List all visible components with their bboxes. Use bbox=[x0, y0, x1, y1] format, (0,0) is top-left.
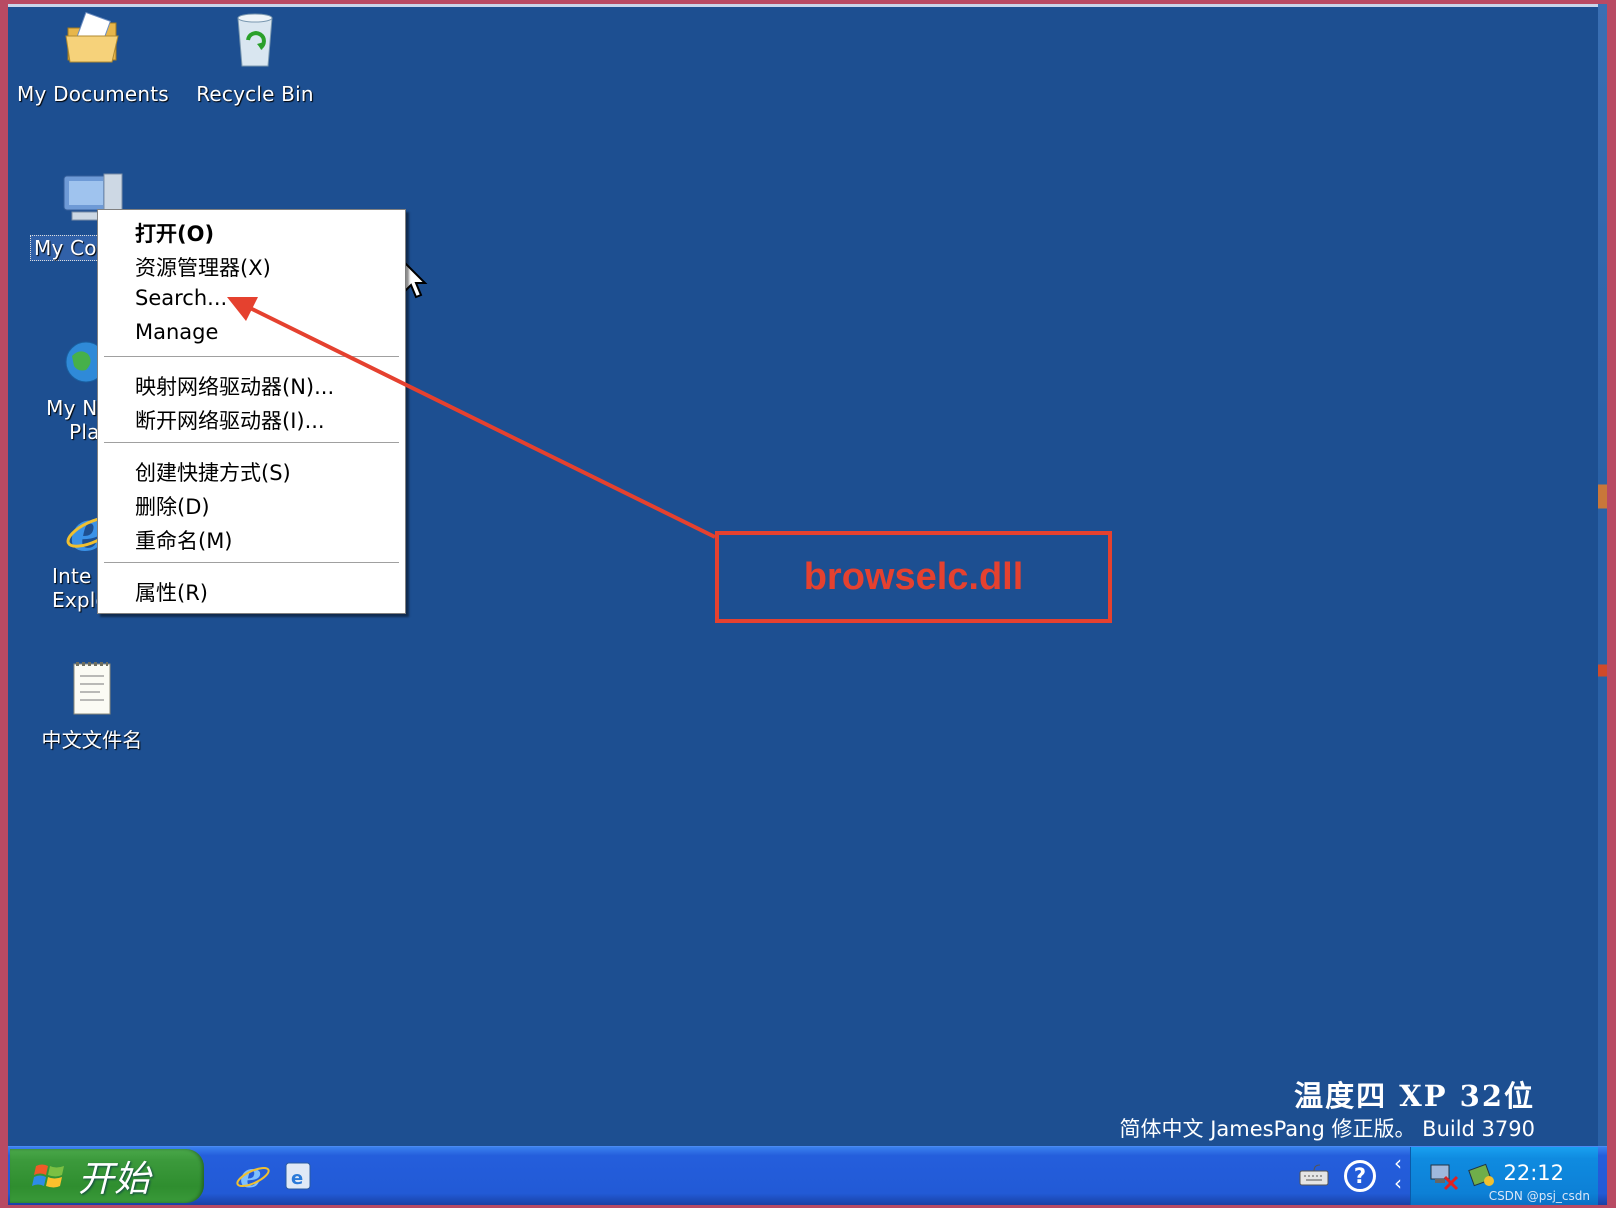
annotation-text: browselc.dll bbox=[803, 555, 1024, 598]
annotation-box: browselc.dll bbox=[715, 531, 1112, 623]
help-icon[interactable]: ? bbox=[1344, 1160, 1376, 1192]
watermark: CSDN @psj_csdn bbox=[1488, 1189, 1590, 1203]
svg-text:e: e bbox=[291, 1168, 303, 1189]
network-disconnected-icon[interactable] bbox=[1429, 1161, 1459, 1191]
os-brand-title: 温度四 XP 32位 bbox=[1294, 1079, 1535, 1113]
quicklaunch-show-desktop-icon[interactable]: e bbox=[282, 1159, 314, 1193]
taskbar: 开始 e e ? ‹ ‹ 22:12 CSDN @psj_csdn bbox=[8, 1146, 1607, 1205]
xp-desktop: My Documents Recycle Bin My Cor My Ne Pl… bbox=[8, 4, 1607, 1205]
start-label: 开始 bbox=[78, 1159, 151, 1200]
tray-app-icon[interactable] bbox=[1467, 1161, 1497, 1191]
quicklaunch-ie-icon[interactable]: e bbox=[236, 1156, 270, 1196]
keyboard-icon[interactable] bbox=[1298, 1163, 1330, 1189]
clock[interactable]: 22:12 bbox=[1503, 1161, 1564, 1185]
os-brand-build: 简体中文 JamesPang 修正版。 Build 3790 bbox=[1119, 1117, 1535, 1141]
chevron-expand-icon[interactable]: ‹ ‹ bbox=[1394, 1153, 1402, 1193]
start-button[interactable]: 开始 bbox=[10, 1149, 204, 1203]
windows-logo-icon bbox=[32, 1164, 64, 1188]
system-tray: 22:12 CSDN @psj_csdn bbox=[1410, 1147, 1598, 1205]
